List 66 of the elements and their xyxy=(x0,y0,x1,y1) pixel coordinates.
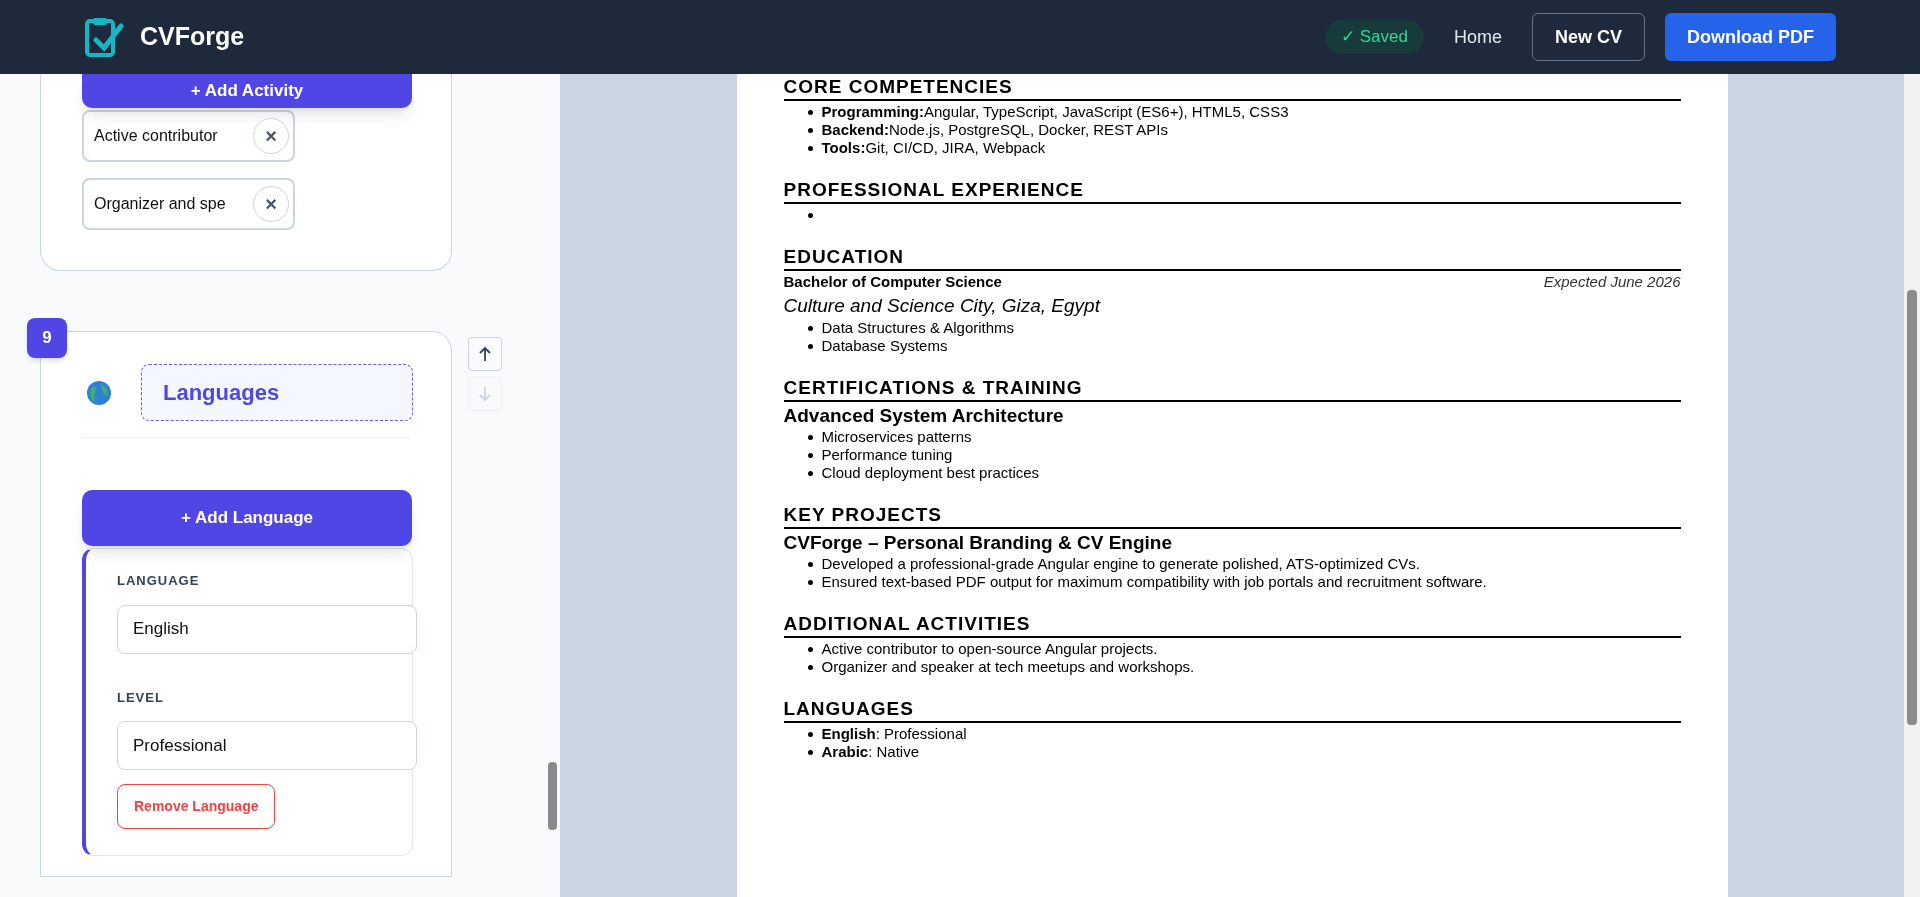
section-heading: PROFESSIONAL EXPERIENCE xyxy=(783,179,1681,204)
home-link[interactable]: Home xyxy=(1453,23,1502,51)
download-pdf-button[interactable]: Download PDF xyxy=(1665,13,1836,61)
list-item: Ensured text-based PDF output for maximum compatibility with job portals and recruitment software. xyxy=(821,573,1487,591)
list-item: Developed a professional-grade Angular engine to generate polished, ATS-optimized CVs. xyxy=(821,555,1420,573)
bullet-icon xyxy=(807,213,813,218)
bullet-icon xyxy=(807,128,813,133)
app-logo-text: CVForge xyxy=(140,21,245,53)
list-item: English: Professional xyxy=(821,725,967,743)
bullet-icon xyxy=(807,665,813,670)
remove-chip-button[interactable]: × xyxy=(253,186,289,222)
add-activity-button[interactable]: + Add Activity xyxy=(82,74,412,108)
arrow-up-icon xyxy=(478,346,492,362)
bullet-icon xyxy=(807,146,813,151)
section-heading: KEY PROJECTS xyxy=(783,504,1681,529)
bullet-icon xyxy=(807,562,813,567)
section-heading: CERTIFICATIONS & TRAINING xyxy=(783,377,1681,402)
school-name: Culture and Science City, Giza, Egypt xyxy=(783,294,1102,318)
remove-language-button[interactable]: Remove Language xyxy=(117,784,276,829)
bullet-icon xyxy=(807,435,813,440)
scrollbar[interactable] xyxy=(1904,74,1920,897)
list-item: Active contributor to open-source Angular projects. xyxy=(821,640,1158,658)
entry-title: Advanced System Architecture xyxy=(783,404,1065,428)
degree-title: Bachelor of Computer Science xyxy=(783,273,1002,291)
list-item: Organizer and speaker at tech meetups and workshops. xyxy=(821,658,1195,676)
list-item: Cloud deployment best practices xyxy=(821,464,1040,482)
remove-chip-button[interactable]: × xyxy=(253,118,289,154)
field-label: LEVEL xyxy=(117,688,165,707)
bullet-icon xyxy=(807,471,813,476)
move-up-button[interactable] xyxy=(468,337,502,371)
bullet-icon xyxy=(807,453,813,458)
arrow-down-icon xyxy=(478,386,492,402)
bullet-icon xyxy=(807,110,813,115)
list-item: Database Systems xyxy=(821,337,948,355)
chip-text: Active contributor xyxy=(94,126,218,146)
level-input[interactable]: Professional xyxy=(117,721,417,770)
globe-icon xyxy=(87,380,111,405)
bullet-icon xyxy=(807,750,813,755)
field-label: LANGUAGE xyxy=(117,572,201,590)
list-item: Arabic: Native xyxy=(821,743,920,761)
entry-title: CVForge – Personal Branding & CV Engine xyxy=(783,531,1173,555)
bullet-icon xyxy=(807,580,813,585)
date-text: Expected June 2026 xyxy=(1543,273,1681,291)
section-heading: EDUCATION xyxy=(783,246,1681,271)
section-heading: ADDITIONAL ACTIVITIES xyxy=(783,613,1681,638)
list-item: Microservices patterns xyxy=(821,428,972,446)
section-heading: LANGUAGES xyxy=(783,698,1681,723)
clipboard-check-icon xyxy=(84,16,124,58)
new-cv-button[interactable]: New CV xyxy=(1531,13,1645,61)
bullet-icon xyxy=(807,326,813,331)
list-item: Data Structures & Algorithms xyxy=(821,319,1015,337)
list-item: Performance tuning xyxy=(821,446,953,464)
bullet-icon xyxy=(807,647,813,652)
bullet-icon xyxy=(807,344,813,349)
add-language-button[interactable]: + Add Language xyxy=(82,490,412,546)
section-number-badge: 9 xyxy=(27,318,67,358)
bullet-icon xyxy=(807,732,813,737)
scrollbar[interactable] xyxy=(545,74,560,897)
section-title-field[interactable]: Languages xyxy=(141,364,413,421)
saved-status: ✓ Saved xyxy=(1325,20,1424,54)
list-item: Backend:Node.js, PostgreSQL, Docker, REST APIs xyxy=(821,121,1169,139)
list-item: Tools:Git, CI/CD, JIRA, Webpack xyxy=(821,139,1046,157)
language-input[interactable]: English xyxy=(117,604,417,654)
chip-text: Organizer and spe xyxy=(94,194,226,214)
list-item: Programming:Angular, TypeScript, JavaScript (ES6+), HTML5, CSS3 xyxy=(821,103,1289,121)
section-heading: CORE COMPETENCIES xyxy=(783,76,1681,101)
